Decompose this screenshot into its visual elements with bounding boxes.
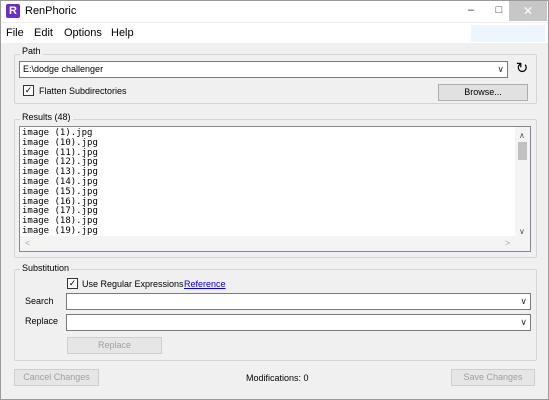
window-title: RenPhoric xyxy=(25,5,77,17)
scroll-down-icon[interactable]: ∨ xyxy=(519,227,525,236)
cancel-changes-button[interactable]: Cancel Changes xyxy=(14,369,99,386)
save-changes-button[interactable]: Save Changes xyxy=(451,369,535,386)
title-bar: R RenPhoric – □ ✕ xyxy=(1,1,548,22)
reference-link[interactable]: Reference xyxy=(184,279,226,289)
search-combo[interactable]: ∨ xyxy=(66,293,531,310)
scroll-right-icon[interactable]: > xyxy=(505,238,510,248)
app-window: R RenPhoric – □ ✕ File Edit Options Help… xyxy=(0,0,549,400)
substitution-label: Substitution xyxy=(20,263,72,273)
menu-options[interactable]: Options xyxy=(64,27,102,39)
results-label: Results (48) xyxy=(20,112,73,122)
app-logo-icon: R xyxy=(6,4,20,18)
flatten-checkbox[interactable]: ✓ xyxy=(23,85,34,96)
menu-edit[interactable]: Edit xyxy=(34,27,53,39)
scroll-up-icon[interactable]: ∧ xyxy=(519,131,525,140)
results-items: image (1).jpg image (10).jpg image (11).… xyxy=(22,128,98,237)
menu-help[interactable]: Help xyxy=(111,27,134,39)
close-icon[interactable]: ✕ xyxy=(509,1,547,21)
path-value: E:\dodge challenger xyxy=(23,64,104,74)
replace-button[interactable]: Replace xyxy=(67,337,162,354)
scroll-left-icon[interactable]: < xyxy=(25,238,30,248)
menu-bar: File Edit Options Help xyxy=(1,23,548,43)
menu-bar-accent xyxy=(471,25,545,42)
results-list[interactable]: image (1).jpg image (10).jpg image (11).… xyxy=(19,126,531,252)
replace-label: Replace xyxy=(25,316,59,326)
chevron-down-icon[interactable]: ∨ xyxy=(497,62,504,77)
refresh-icon[interactable]: ↻ xyxy=(512,59,532,78)
browse-button[interactable]: Browse... xyxy=(438,84,528,101)
menu-file[interactable]: File xyxy=(6,27,24,39)
flatten-label: Flatten Subdirectories xyxy=(39,86,127,96)
scroll-thumb[interactable] xyxy=(518,142,527,160)
chevron-down-icon[interactable]: ∨ xyxy=(520,294,527,309)
use-regex-label: Use Regular Expressions xyxy=(82,279,184,289)
replace-combo[interactable]: ∨ xyxy=(66,314,531,331)
search-label: Search xyxy=(25,296,54,306)
horizontal-scrollbar[interactable]: < > xyxy=(20,236,530,251)
vertical-scrollbar[interactable]: ∧ ∨ xyxy=(515,127,530,237)
chevron-down-icon[interactable]: ∨ xyxy=(520,315,527,330)
path-combo[interactable]: E:\dodge challenger ∨ xyxy=(19,61,508,78)
minimize-icon[interactable]: – xyxy=(457,1,485,21)
path-group-label: Path xyxy=(20,46,43,56)
use-regex-checkbox[interactable]: ✓ xyxy=(67,278,78,289)
modifications-status: Modifications: 0 xyxy=(246,373,309,383)
